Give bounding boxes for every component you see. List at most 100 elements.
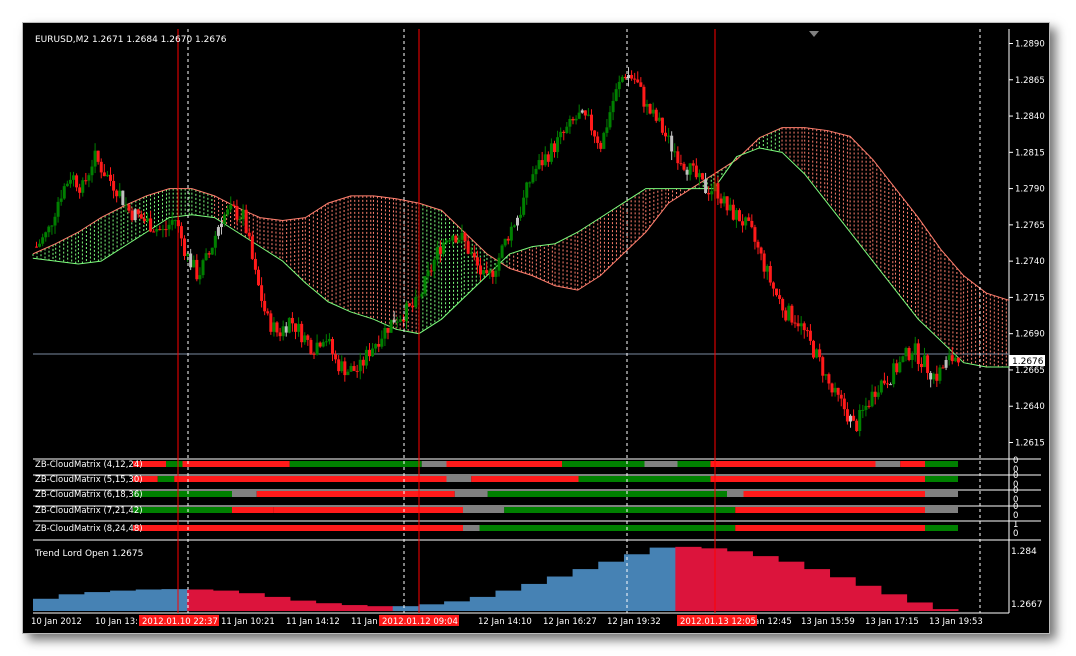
candle-body — [827, 374, 831, 384]
candle-body — [297, 323, 301, 332]
candle-body — [454, 235, 458, 243]
trend-bar — [829, 577, 856, 611]
candle-body — [676, 151, 680, 164]
time-label: 13 Jan 17:15 — [865, 617, 919, 627]
candle-body — [802, 323, 806, 331]
candle-body — [272, 322, 276, 332]
candle-body — [398, 319, 402, 322]
candle-body — [812, 340, 815, 358]
trend-bar — [701, 548, 728, 611]
candle-body — [41, 237, 45, 244]
candle-body — [269, 313, 273, 332]
candle-body — [263, 300, 267, 312]
candle-body — [93, 150, 97, 167]
candle-body — [435, 247, 439, 260]
candle-body — [762, 253, 766, 272]
trend-bar — [880, 594, 908, 611]
candle-body — [164, 229, 168, 231]
candle-body — [127, 204, 131, 211]
time-highlight-label: 2012.01.10 22:37 — [142, 617, 218, 627]
candle-body — [124, 204, 128, 206]
candle-body — [617, 81, 621, 90]
candle-body — [411, 305, 415, 308]
candle-body — [192, 259, 196, 268]
candle-body — [889, 384, 893, 386]
candle-body — [371, 348, 375, 357]
candle-body — [562, 131, 566, 133]
candle-body — [44, 232, 48, 238]
candle-body — [664, 132, 667, 137]
candle-body — [867, 405, 871, 407]
candle-body — [765, 265, 769, 272]
candle-body — [701, 173, 704, 180]
candle-body — [559, 131, 563, 138]
candle-body — [522, 197, 526, 215]
candle-body — [244, 209, 248, 233]
matrix-segment — [925, 491, 958, 497]
trend-bar — [675, 546, 702, 611]
matrix-segment — [166, 461, 183, 467]
time-label: 11 Jan 10:21 — [221, 617, 275, 627]
candle-body — [102, 172, 106, 177]
candle-body — [540, 160, 544, 166]
candle-body — [534, 168, 538, 175]
candle-body — [892, 363, 896, 385]
candle-body — [805, 330, 809, 332]
candle-body — [682, 163, 686, 170]
candle-body — [602, 132, 606, 149]
candle-body — [306, 335, 310, 340]
candle-body — [475, 257, 479, 266]
matrix-panel-label: ZB-CloudMatrix (8,24,48) — [35, 524, 143, 534]
candle-body — [210, 247, 214, 255]
candle-body — [448, 240, 452, 242]
candle-body — [691, 163, 695, 166]
price-tick-label: 1.2790 — [1015, 185, 1045, 195]
candle-body — [53, 216, 57, 226]
candle-body — [947, 355, 951, 361]
candle-body — [343, 361, 347, 376]
candle-body — [392, 319, 396, 323]
candle-body — [96, 150, 100, 162]
candle-body — [543, 154, 547, 166]
candle-body — [620, 76, 624, 82]
candle-body — [358, 359, 362, 372]
trend-bar — [161, 589, 188, 611]
trend-bar — [84, 592, 111, 611]
candle-body — [565, 126, 569, 133]
price-tick-label: 1.2840 — [1015, 112, 1045, 122]
price-tick-label: 1.2615 — [1015, 438, 1045, 448]
candle-body — [247, 232, 251, 237]
matrix-segment — [232, 507, 274, 513]
chart-canvas[interactable]: EURUSD,M2 1.2671 1.2684 1.2670 1.2676 1.… — [23, 23, 1049, 633]
candle-body — [882, 380, 886, 384]
candle-body — [842, 398, 846, 410]
matrix-segment — [925, 476, 958, 482]
chart-window[interactable]: EURUSD,M2 1.2671 1.2684 1.2670 1.2676 1.… — [22, 22, 1050, 634]
price-axis: 1.2890 1.2865 1.2840 1.2815 1.2790 1.2765 1.27… — [1009, 40, 1045, 448]
candle-body — [679, 163, 683, 165]
candle-body — [781, 298, 785, 311]
candle-body — [198, 275, 202, 280]
matrix-segment — [454, 491, 488, 497]
candle-body — [429, 270, 433, 272]
matrix-segment — [133, 507, 232, 513]
candle-body — [593, 130, 597, 137]
candle-body — [257, 269, 260, 286]
candle-body — [315, 342, 319, 355]
matrix-segment — [677, 461, 711, 467]
shift-marker-icon[interactable] — [809, 31, 819, 37]
matrix-panel-label: ZB-CloudMatrix (4,12,24) — [35, 460, 143, 470]
trend-lord-label: Trend Lord Open 1.2675 — [34, 549, 143, 559]
candle-body — [115, 190, 119, 197]
candle-body — [916, 343, 920, 364]
candle-body — [525, 182, 529, 198]
candle-body — [290, 317, 294, 324]
candle-body — [220, 223, 223, 228]
candle-body — [753, 227, 757, 242]
candle-body — [568, 118, 572, 127]
candle-body — [72, 175, 75, 180]
candle-body — [898, 362, 902, 373]
candle-body — [87, 175, 91, 181]
trend-bar — [521, 583, 548, 611]
matrix-segment — [133, 525, 463, 531]
